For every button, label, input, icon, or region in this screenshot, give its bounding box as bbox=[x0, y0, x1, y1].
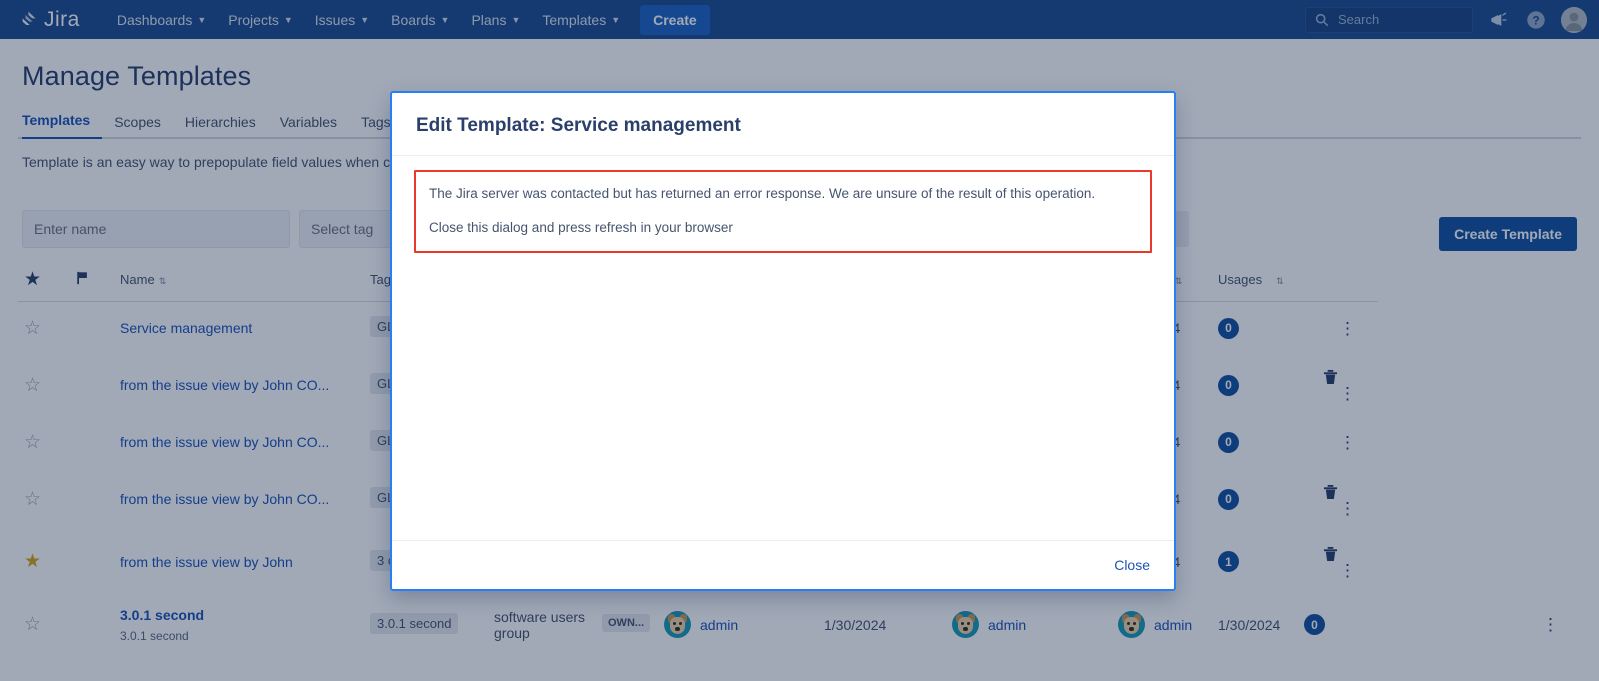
error-line-2: Close this dialog and press refresh in y… bbox=[429, 218, 1137, 238]
dialog-header: Edit Template: Service management bbox=[392, 93, 1174, 156]
edit-template-dialog: Edit Template: Service management The Ji… bbox=[390, 91, 1176, 591]
dialog-footer: Close bbox=[392, 540, 1174, 589]
error-line-1: The Jira server was contacted but has re… bbox=[429, 184, 1137, 204]
dialog-body: The Jira server was contacted but has re… bbox=[392, 156, 1174, 540]
close-button[interactable]: Close bbox=[1114, 557, 1150, 573]
error-message-box: The Jira server was contacted but has re… bbox=[414, 170, 1152, 253]
app-root: Jira Dashboards ▼ Projects ▼ Issues ▼ Bo… bbox=[0, 0, 1599, 681]
dialog-title: Edit Template: Service management bbox=[416, 115, 1150, 137]
